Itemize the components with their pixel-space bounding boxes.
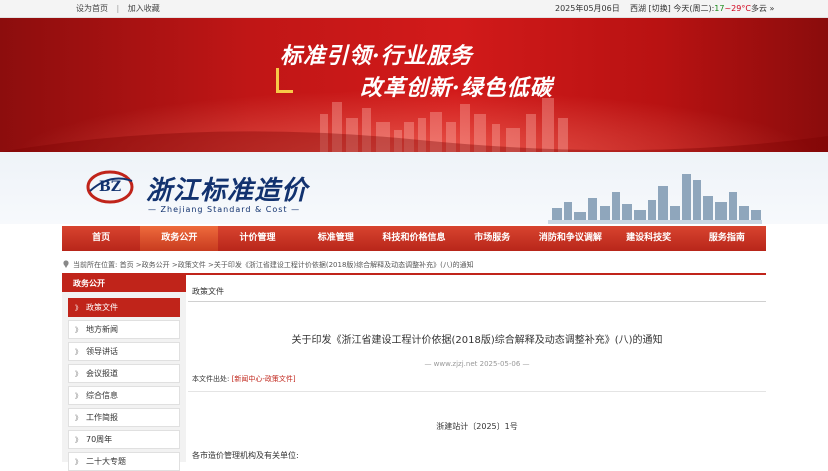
temp-high: 29°C: [731, 4, 751, 13]
weather-more-icon[interactable]: »: [769, 4, 774, 13]
logo-text: BZ: [99, 179, 122, 195]
current-date: 2025年05月06日: [555, 4, 620, 13]
sidebar-item-label: 政策文件: [86, 303, 118, 312]
sidebar-item-label: 工作简报: [86, 413, 118, 422]
chevron-right-icon: 》: [75, 458, 82, 466]
sidebar-item-meetings[interactable]: 》会议报道: [68, 364, 180, 383]
sidebar-item-label: 会议报道: [86, 369, 118, 378]
site-header: BZ 浙江标准造价 — Zhejiang Standard & Cost —: [0, 152, 828, 224]
site-brand[interactable]: 浙江标准造价: [146, 170, 308, 207]
document-addressee: 各市造价管理机构及有关单位:: [192, 451, 299, 460]
breadcrumb-text[interactable]: 当前所在位置: 首页 >政务公开 >政策文件 >关于印发《浙江省建设工程计价依据…: [73, 261, 474, 269]
nav-award[interactable]: 建设科技奖: [610, 226, 688, 251]
sidebar-item-label: 综合信息: [86, 391, 118, 400]
add-favorite-link[interactable]: 加入收藏: [128, 4, 160, 13]
main-nav: 首页 政务公开 计价管理 标准管理 科技和价格信息 市场服务 消防和争议调解 建…: [62, 226, 766, 251]
chevron-right-icon: 》: [75, 304, 82, 312]
top-bar: 设为首页 | 加入收藏 2025年05月06日 西湖 [切换] 今天(周二):1…: [0, 0, 828, 18]
article-title: 关于印发《浙江省建设工程计价依据(2018版)综合解释及动态调整补充》(八)的通…: [291, 335, 663, 346]
article-source: 本文件出处: [新闻中心-政策文件]: [188, 374, 766, 384]
sidebar: 政务公开 》政策文件 》地方新闻 》领导讲话 》会议报道 》综合信息 》工作简报…: [62, 275, 186, 471]
top-separator: |: [116, 4, 120, 13]
banner-slogan-line2: 改革创新·绿色低碳: [360, 75, 553, 101]
nav-market[interactable]: 市场服务: [453, 226, 531, 251]
nav-gov-affairs[interactable]: 政务公开: [140, 226, 219, 251]
weather-city: 西湖: [630, 4, 646, 13]
breadcrumb: 当前所在位置: 首页 >政务公开 >政策文件 >关于印发《浙江省建设工程计价依据…: [62, 258, 766, 272]
nav-standards[interactable]: 标准管理: [297, 226, 375, 251]
weather-condition: 多云: [750, 4, 767, 13]
banner-bracket-decoration: [276, 68, 293, 93]
source-label: 本文件出处:: [192, 375, 230, 383]
weather-prefix: 今天(周二):: [673, 4, 715, 13]
temp-low: 17: [714, 4, 725, 13]
article-meta: — www.zjzj.net 2025-05-06 —: [424, 360, 530, 368]
sidebar-list: 》政策文件 》地方新闻 》领导讲话 》会议报道 》综合信息 》工作简报 》 70周…: [62, 292, 186, 471]
sidebar-item-policy[interactable]: 》政策文件: [68, 298, 180, 317]
source-link[interactable]: [新闻中心-政策文件]: [232, 375, 296, 383]
sidebar-title: 政务公开: [62, 275, 186, 292]
document-number: 浙建站计〔2025〕1号: [436, 422, 518, 431]
sidebar-item-local-news[interactable]: 》地方新闻: [68, 320, 180, 339]
sidebar-item-briefings[interactable]: 》工作简报: [68, 408, 180, 427]
chevron-right-icon: 》: [75, 436, 82, 444]
nav-home[interactable]: 首页: [62, 226, 140, 251]
top-links: 设为首页 | 加入收藏: [76, 3, 166, 14]
chevron-right-icon: 》: [75, 326, 82, 334]
main-content: 政策文件 关于印发《浙江省建设工程计价依据(2018版)综合解释及动态调整补充》…: [188, 283, 766, 462]
sidebar-item-label: 地方新闻: [86, 325, 118, 334]
hero-banner: 标准引领·行业服务 改革创新·绿色低碳: [0, 18, 828, 152]
sidebar-item-general[interactable]: 》综合信息: [68, 386, 180, 405]
nav-guide[interactable]: 服务指南: [688, 226, 766, 251]
nav-tech-price[interactable]: 科技和价格信息: [375, 226, 453, 251]
section-tab: 政策文件: [188, 283, 766, 302]
chevron-right-icon: 》: [75, 370, 82, 378]
chevron-right-icon: 》: [75, 414, 82, 422]
nav-fire-dispute[interactable]: 消防和争议调解: [531, 226, 609, 251]
site-brand-subtitle: — Zhejiang Standard & Cost —: [148, 205, 301, 214]
set-home-link[interactable]: 设为首页: [76, 4, 108, 13]
chevron-right-icon: 》: [75, 348, 82, 356]
sidebar-item-label: 领导讲话: [86, 347, 118, 356]
article-divider: [188, 391, 766, 392]
sidebar-item-70th[interactable]: 》 70周年: [68, 430, 180, 449]
sidebar-item-speeches[interactable]: 》领导讲话: [68, 342, 180, 361]
city-skyline-icon: [548, 174, 762, 224]
sidebar-item-label: 70周年: [86, 435, 113, 444]
nav-pricing[interactable]: 计价管理: [218, 226, 296, 251]
banner-slogan-line1: 标准引领·行业服务: [280, 43, 473, 69]
location-pin-icon: [63, 260, 69, 268]
chevron-right-icon: 》: [75, 392, 82, 400]
weather-switch-link[interactable]: [切换]: [649, 4, 671, 13]
weather-widget: 西湖 [切换] 今天(周二):17~29°C多云 »: [630, 3, 774, 14]
